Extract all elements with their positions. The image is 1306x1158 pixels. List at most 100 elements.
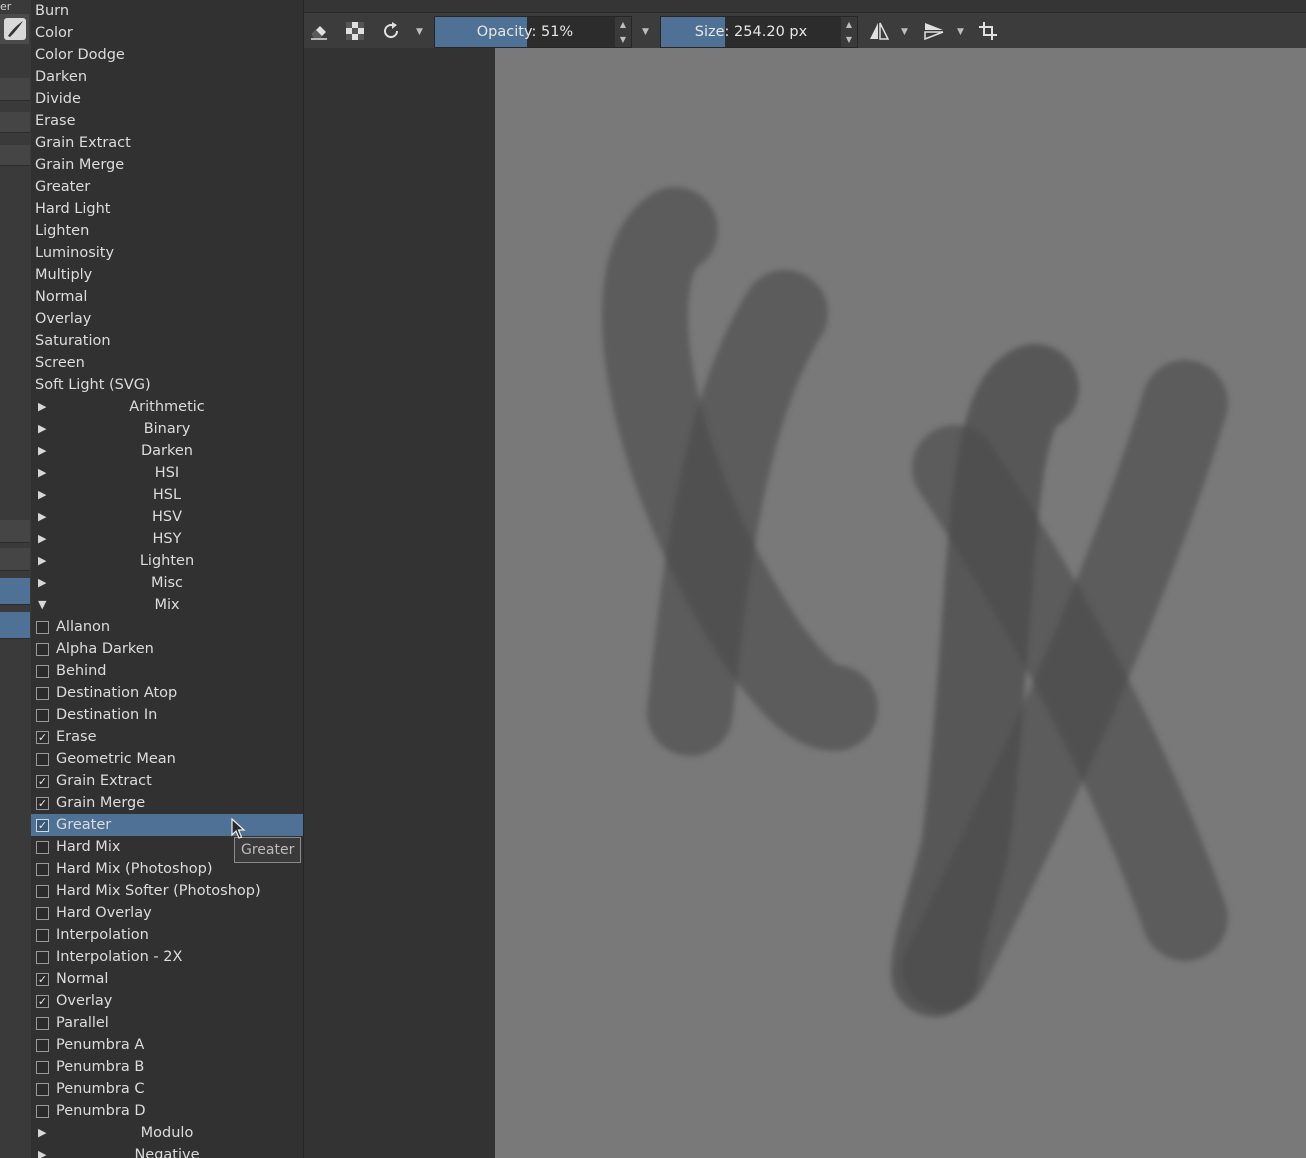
brush-preset-button[interactable] (0, 14, 29, 44)
drawing-canvas[interactable] (495, 48, 1306, 1158)
mix-item[interactable]: Hard Mix Softer (Photoshop) (31, 880, 303, 902)
favorite-checkbox[interactable] (36, 929, 49, 942)
blend-mode-item[interactable]: Grain Merge (31, 154, 303, 176)
mix-item[interactable]: Interpolation - 2X (31, 946, 303, 968)
favorite-checkbox[interactable]: ✓ (36, 731, 49, 744)
mix-item[interactable]: Penumbra A (31, 1034, 303, 1056)
favorite-checkbox[interactable] (36, 1017, 49, 1030)
mix-item[interactable]: ✓ Grain Merge (31, 792, 303, 814)
favorite-checkbox[interactable] (36, 643, 49, 656)
alpha-lock-icon[interactable] (344, 21, 366, 41)
mix-item[interactable]: ✓ Erase (31, 726, 303, 748)
mix-item[interactable]: Destination Atop (31, 682, 303, 704)
mix-item-label: Interpolation - 2X (56, 949, 183, 965)
mix-item[interactable]: Interpolation (31, 924, 303, 946)
blend-mode-item[interactable]: Multiply (31, 264, 303, 286)
favorite-checkbox[interactable] (36, 885, 49, 898)
mix-item-label: Geometric Mean (56, 751, 176, 767)
blend-group-hsl[interactable]: ▶ HSL (31, 484, 303, 506)
mix-item[interactable]: ✓ Overlay (31, 990, 303, 1012)
blend-group-modulo[interactable]: ▶ Modulo (31, 1122, 303, 1144)
blend-mode-item[interactable]: Grain Extract (31, 132, 303, 154)
mix-item[interactable]: Parallel (31, 1012, 303, 1034)
eraser-icon[interactable] (308, 21, 330, 41)
favorite-checkbox[interactable] (36, 863, 49, 876)
favorite-checkbox[interactable]: ✓ (36, 995, 49, 1008)
favorite-checkbox[interactable]: ✓ (36, 973, 49, 986)
blend-group-hsv[interactable]: ▶ HSV (31, 506, 303, 528)
mirror-horizontal-icon[interactable] (868, 21, 890, 41)
blend-mode-list[interactable]: Burn Color Color Dodge Darken Divide Erase Gra… (31, 0, 304, 1158)
blend-mode-item[interactable]: Soft Light (SVG) (31, 374, 303, 396)
blend-mode-item[interactable]: Lighten (31, 220, 303, 242)
blend-mode-item[interactable]: Divide (31, 88, 303, 110)
favorite-checkbox[interactable] (36, 1061, 49, 1074)
blend-group-hsy[interactable]: ▶ HSY (31, 528, 303, 550)
blend-group-mix[interactable]: ▼ Mix (31, 594, 303, 616)
blend-group-label: Lighten (139, 553, 195, 569)
mix-item[interactable]: Penumbra D (31, 1100, 303, 1122)
blend-group-darken[interactable]: ▶ Darken (31, 440, 303, 462)
favorite-checkbox[interactable] (36, 907, 49, 920)
mix-item[interactable]: Penumbra B (31, 1056, 303, 1078)
reload-dropdown-icon[interactable]: ▼ (416, 27, 423, 37)
opacity-slider[interactable]: Opacity: 51% ▲ ▼ (434, 16, 632, 48)
blend-mode-item[interactable]: Color (31, 22, 303, 44)
blend-mode-item[interactable]: Burn (31, 0, 303, 22)
blend-mode-label: Divide (35, 91, 81, 107)
wrap-around-icon[interactable] (977, 21, 999, 41)
favorite-checkbox[interactable] (36, 1105, 49, 1118)
size-spinner[interactable]: ▲ ▼ (841, 17, 857, 47)
mirror-horizontal-dropdown-icon[interactable]: ▼ (901, 27, 908, 37)
blend-mode-label: Grain Extract (35, 135, 131, 151)
mirror-vertical-icon[interactable] (923, 21, 945, 41)
blend-group-negative[interactable]: ▶ Negative (31, 1144, 303, 1158)
opacity-spinner[interactable]: ▲ ▼ (615, 17, 631, 47)
favorite-checkbox[interactable] (36, 1039, 49, 1052)
blend-group-arithmetic[interactable]: ▶ Arithmetic (31, 396, 303, 418)
blend-mode-item[interactable]: Erase (31, 110, 303, 132)
favorite-checkbox[interactable] (36, 665, 49, 678)
favorite-checkbox[interactable] (36, 753, 49, 766)
blend-mode-item[interactable]: Hard Light (31, 198, 303, 220)
blend-mode-item[interactable]: Normal (31, 286, 303, 308)
blend-mode-item[interactable]: Greater (31, 176, 303, 198)
favorite-checkbox[interactable] (36, 951, 49, 964)
favorite-checkbox[interactable]: ✓ (36, 775, 49, 788)
favorite-checkbox[interactable] (36, 687, 49, 700)
blend-mode-item[interactable]: Overlay (31, 308, 303, 330)
mix-item-label: Allanon (56, 619, 111, 635)
blend-mode-item[interactable]: Screen (31, 352, 303, 374)
blend-group-misc[interactable]: ▶ Misc (31, 572, 303, 594)
mix-item[interactable]: Destination In (31, 704, 303, 726)
mix-item[interactable]: ✓ Greater (31, 814, 303, 836)
blend-mode-item[interactable]: Luminosity (31, 242, 303, 264)
mix-item[interactable]: Geometric Mean (31, 748, 303, 770)
mix-item-label: Erase (56, 729, 97, 745)
blend-group-binary[interactable]: ▶ Binary (31, 418, 303, 440)
mix-item[interactable]: Behind (31, 660, 303, 682)
favorite-checkbox[interactable] (36, 709, 49, 722)
favorite-checkbox[interactable] (36, 621, 49, 634)
mix-item[interactable]: ✓ Grain Extract (31, 770, 303, 792)
mix-item[interactable]: Allanon (31, 616, 303, 638)
mix-item[interactable]: Alpha Darken (31, 638, 303, 660)
size-slider[interactable]: Size: 254.20 px ▲ ▼ (660, 16, 858, 48)
favorite-checkbox[interactable] (36, 1083, 49, 1096)
mirror-vertical-dropdown-icon[interactable]: ▼ (957, 27, 964, 37)
blend-group-lighten[interactable]: ▶ Lighten (31, 550, 303, 572)
favorite-checkbox[interactable]: ✓ (36, 797, 49, 810)
blend-group-label: HSI (154, 465, 180, 481)
favorite-checkbox[interactable]: ✓ (36, 819, 49, 832)
blend-mode-item[interactable]: Saturation (31, 330, 303, 352)
blend-group-hsi[interactable]: ▶ HSI (31, 462, 303, 484)
blend-mode-item[interactable]: Color Dodge (31, 44, 303, 66)
blend-mode-item[interactable]: Darken (31, 66, 303, 88)
blend-mode-label: Darken (35, 69, 88, 85)
opacity-dropdown-icon[interactable]: ▼ (642, 27, 649, 37)
mix-item[interactable]: Penumbra C (31, 1078, 303, 1100)
favorite-checkbox[interactable] (36, 841, 49, 854)
mix-item[interactable]: Hard Overlay (31, 902, 303, 924)
reload-preset-icon[interactable] (380, 21, 402, 41)
mix-item[interactable]: ✓ Normal (31, 968, 303, 990)
